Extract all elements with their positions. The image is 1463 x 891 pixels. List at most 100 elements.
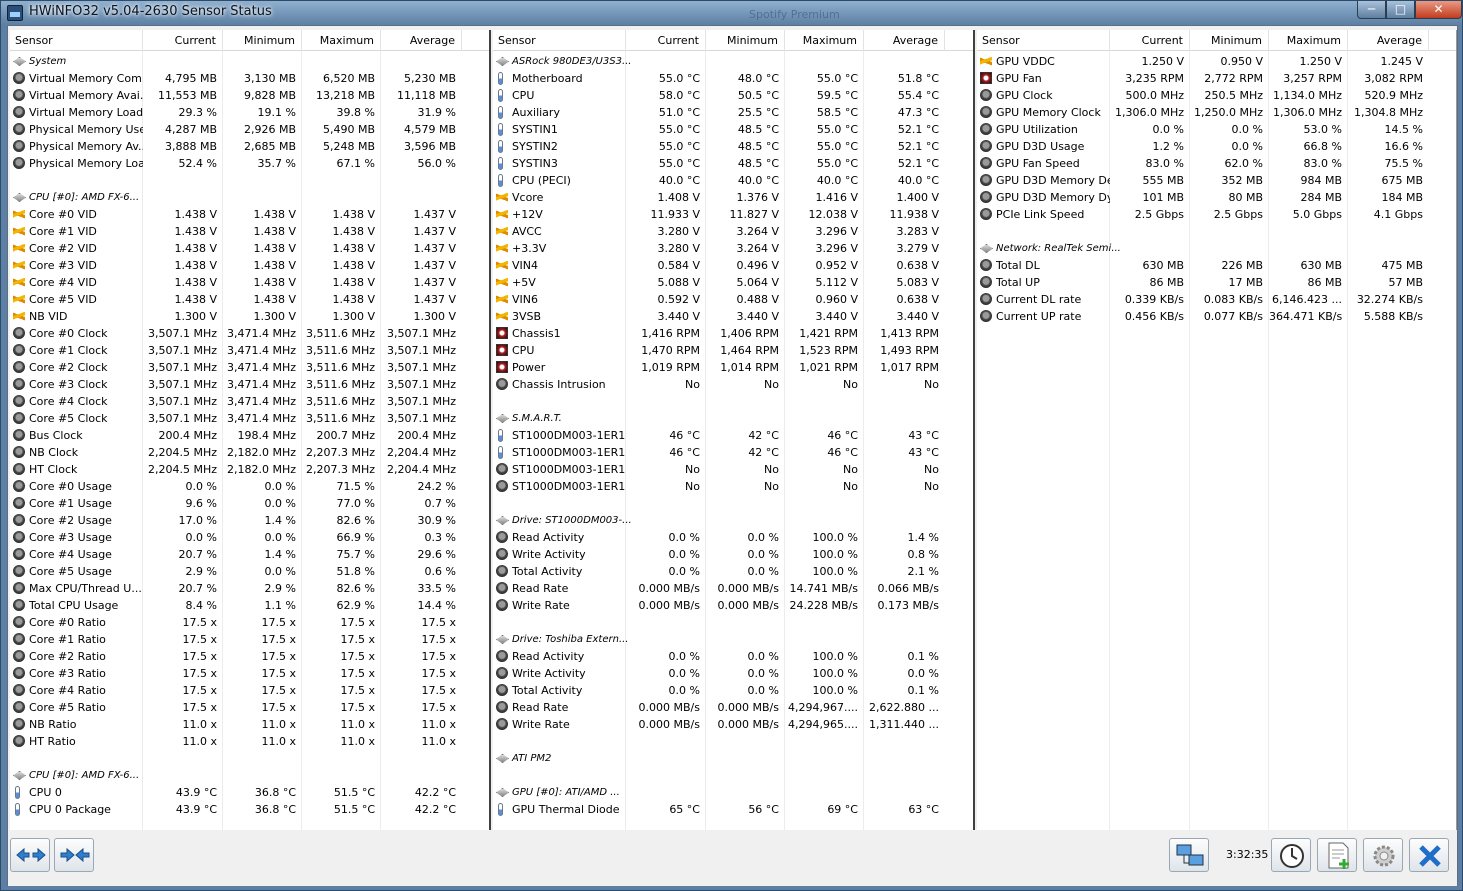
sensor-row[interactable]: Core #1 VID 1.438 V 1.438 V 1.438 V 1.437 V xyxy=(10,223,489,240)
sensor-group-header[interactable]: CPU [#0]: AMD FX-6... xyxy=(10,767,489,784)
exit-button[interactable] xyxy=(1409,838,1449,872)
settings-button[interactable] xyxy=(1363,838,1403,872)
sensor-row[interactable]: Core #5 VID 1.438 V 1.438 V 1.438 V 1.437 V xyxy=(10,291,489,308)
column-header-current[interactable]: Current xyxy=(626,30,706,51)
sensor-row[interactable]: Virtual Memory Com... 4,795 MB 3,130 MB 6,5… xyxy=(10,70,489,87)
sensor-row[interactable]: Total CPU Usage 8.4 % 1.1 % 62.9 % 14.4 % xyxy=(10,597,489,614)
sensor-row[interactable]: CPU 58.0 °C 50.5 °C 59.5 °C 55.4 °C xyxy=(493,87,973,104)
sensor-row[interactable]: GPU D3D Memory Dy... 101 MB 80 MB 284 MB 184… xyxy=(977,189,1456,206)
sensor-row[interactable]: +12V 11.933 V 11.827 V 12.038 V 11.938 V xyxy=(493,206,973,223)
sensor-row[interactable]: Bus Clock 200.4 MHz 198.4 MHz 200.7 MHz 200.… xyxy=(10,427,489,444)
sensor-row[interactable]: Write Activity 0.0 % 0.0 % 100.0 % 0.0 % xyxy=(493,665,973,682)
sensor-row[interactable]: Chassis Intrusion No No No No xyxy=(493,376,973,393)
reset-timer-button[interactable] xyxy=(1271,838,1311,872)
logging-button[interactable] xyxy=(1317,838,1357,872)
sensor-row[interactable]: NB Ratio 11.0 x 11.0 x 11.0 x 11.0 x xyxy=(10,716,489,733)
sensor-row[interactable]: Auxiliary 51.0 °C 25.5 °C 58.5 °C 47.3 °C xyxy=(493,104,973,121)
sensor-row[interactable]: Core #4 VID 1.438 V 1.438 V 1.438 V 1.437 V xyxy=(10,274,489,291)
sensor-row[interactable]: GPU Fan 3,235 RPM 2,772 RPM 3,257 RPM 3,082 … xyxy=(977,70,1456,87)
sensor-group-header[interactable]: System xyxy=(10,53,489,70)
sensor-row[interactable]: +5V 5.088 V 5.064 V 5.112 V 5.083 V xyxy=(493,274,973,291)
sensor-row[interactable]: PCIe Link Speed 2.5 Gbps 2.5 Gbps 5.0 Gbps 4… xyxy=(977,206,1456,223)
sensor-row[interactable]: Core #3 Ratio 17.5 x 17.5 x 17.5 x 17.5 x xyxy=(10,665,489,682)
sensor-row[interactable]: Physical Memory Load 52.4 % 35.7 % 67.1 % 56… xyxy=(10,155,489,172)
sensor-row[interactable]: Total Activity 0.0 % 0.0 % 100.0 % 2.1 % xyxy=(493,563,973,580)
sensor-row[interactable]: AVCC 3.280 V 3.264 V 3.296 V 3.283 V xyxy=(493,223,973,240)
sensor-row[interactable]: Core #1 Clock 3,507.1 MHz 3,471.4 MHz 3,511… xyxy=(10,342,489,359)
column-header-maximum[interactable]: Maximum xyxy=(1269,30,1348,51)
sensor-row[interactable]: Core #3 Clock 3,507.1 MHz 3,471.4 MHz 3,511… xyxy=(10,376,489,393)
sensor-row[interactable]: Max CPU/Thread U... 20.7 % 2.9 % 82.6 % 33.5… xyxy=(10,580,489,597)
column-header-sensor[interactable]: Sensor xyxy=(493,30,626,51)
sensor-row[interactable]: Motherboard 55.0 °C 48.0 °C 55.0 °C 51.8 °C xyxy=(493,70,973,87)
sensor-row[interactable]: GPU Fan Speed 83.0 % 62.0 % 83.0 % 75.5 % xyxy=(977,155,1456,172)
sensor-row[interactable]: CPU (PECI) 40.0 °C 40.0 °C 40.0 °C 40.0 °C xyxy=(493,172,973,189)
sensor-row[interactable]: Physical Memory Av... 3,888 MB 2,685 MB 5,2… xyxy=(10,138,489,155)
column-header-current[interactable]: Current xyxy=(143,30,223,51)
sensor-row[interactable]: Vcore 1.408 V 1.376 V 1.416 V 1.400 V xyxy=(493,189,973,206)
sensor-row[interactable]: Core #0 Clock 3,507.1 MHz 3,471.4 MHz 3,511… xyxy=(10,325,489,342)
sensor-group-header[interactable]: ASRock 980DE3/U3S3... xyxy=(493,53,973,70)
sensor-row[interactable]: GPU VDDC 1.250 V 0.950 V 1.250 V 1.245 V xyxy=(977,53,1456,70)
sensor-row[interactable]: Core #5 Ratio 17.5 x 17.5 x 17.5 x 17.5 x xyxy=(10,699,489,716)
sensor-group-header[interactable]: S.M.A.R.T. xyxy=(493,410,973,427)
sensor-row[interactable]: Current DL rate 0.339 KB/s 0.083 KB/s 6,146… xyxy=(977,291,1456,308)
sensor-row[interactable]: Core #4 Usage 20.7 % 1.4 % 75.7 % 29.6 % xyxy=(10,546,489,563)
sensor-row[interactable]: Core #5 Clock 3,507.1 MHz 3,471.4 MHz 3,511… xyxy=(10,410,489,427)
column-header-minimum[interactable]: Minimum xyxy=(223,30,302,51)
column-header-average[interactable]: Average xyxy=(864,30,945,51)
sensor-row[interactable]: Power 1,019 RPM 1,014 RPM 1,021 RPM 1,017 RP… xyxy=(493,359,973,376)
sensor-row[interactable]: Current UP rate 0.456 KB/s 0.077 KB/s 364.4… xyxy=(977,308,1456,325)
sensor-row[interactable]: ST1000DM003-1ER1... No No No No xyxy=(493,478,973,495)
sensor-group-header[interactable]: ATI PM2 xyxy=(493,750,973,767)
sensor-row[interactable]: GPU Memory Clock 1,306.0 MHz 1,250.0 MHz 1,… xyxy=(977,104,1456,121)
column-header-average[interactable]: Average xyxy=(1348,30,1429,51)
sensor-row[interactable]: GPU Utilization 0.0 % 0.0 % 53.0 % 14.5 % xyxy=(977,121,1456,138)
sensor-row[interactable]: Core #0 Ratio 17.5 x 17.5 x 17.5 x 17.5 x xyxy=(10,614,489,631)
sensor-row[interactable]: Core #3 Usage 0.0 % 0.0 % 66.9 % 0.3 % xyxy=(10,529,489,546)
sensor-row[interactable]: Write Rate 0.000 MB/s 0.000 MB/s 24.228 MB/… xyxy=(493,597,973,614)
sensor-row[interactable]: CPU 0 43.9 °C 36.8 °C 51.5 °C 42.2 °C xyxy=(10,784,489,801)
sensor-row[interactable]: Core #4 Ratio 17.5 x 17.5 x 17.5 x 17.5 x xyxy=(10,682,489,699)
sensor-row[interactable]: Core #2 Ratio 17.5 x 17.5 x 17.5 x 17.5 x xyxy=(10,648,489,665)
sensor-row[interactable]: Core #5 Usage 2.9 % 0.0 % 51.8 % 0.6 % xyxy=(10,563,489,580)
sensor-row[interactable]: HT Ratio 11.0 x 11.0 x 11.0 x 11.0 x xyxy=(10,733,489,750)
sensor-row[interactable]: Read Activity 0.0 % 0.0 % 100.0 % 0.1 % xyxy=(493,648,973,665)
sensor-row[interactable]: Core #4 Clock 3,507.1 MHz 3,471.4 MHz 3,511… xyxy=(10,393,489,410)
sensor-row[interactable]: Chassis1 1,416 RPM 1,406 RPM 1,421 RPM 1,413… xyxy=(493,325,973,342)
sensor-row[interactable]: VIN4 0.584 V 0.496 V 0.952 V 0.638 V xyxy=(493,257,973,274)
sensor-row[interactable]: Write Activity 0.0 % 0.0 % 100.0 % 0.8 % xyxy=(493,546,973,563)
maximize-button[interactable]: □ xyxy=(1386,1,1415,19)
sensor-row[interactable]: GPU Thermal Diode 65 °C 56 °C 69 °C 63 °C xyxy=(493,801,973,818)
sensor-row[interactable]: Core #2 VID 1.438 V 1.438 V 1.438 V 1.437 V xyxy=(10,240,489,257)
sensor-row[interactable]: VIN6 0.592 V 0.488 V 0.960 V 0.638 V xyxy=(493,291,973,308)
sensor-row[interactable]: 3VSB 3.440 V 3.440 V 3.440 V 3.440 V xyxy=(493,308,973,325)
sensor-row[interactable]: ST1000DM003-1ER1... 46 °C 42 °C 46 °C 43 °C xyxy=(493,427,973,444)
close-button[interactable]: ✕ xyxy=(1415,1,1462,19)
network-button[interactable] xyxy=(1169,838,1209,872)
sensor-group-header[interactable]: Drive: ST1000DM003-... xyxy=(493,512,973,529)
sensor-row[interactable]: Total Activity 0.0 % 0.0 % 100.0 % 0.1 % xyxy=(493,682,973,699)
sensor-row[interactable]: ST1000DM003-1ER1... No No No No xyxy=(493,461,973,478)
column-header-minimum[interactable]: Minimum xyxy=(706,30,785,51)
sensor-row[interactable]: Core #2 Clock 3,507.1 MHz 3,471.4 MHz 3,511… xyxy=(10,359,489,376)
sensor-row[interactable]: Write Rate 0.000 MB/s 0.000 MB/s 4,294,965.… xyxy=(493,716,973,733)
sensor-row[interactable]: Core #0 VID 1.438 V 1.438 V 1.438 V 1.437 V xyxy=(10,206,489,223)
column-header-sensor[interactable]: Sensor xyxy=(10,30,143,51)
sensor-row[interactable]: GPU D3D Usage 1.2 % 0.0 % 66.8 % 16.6 % xyxy=(977,138,1456,155)
sensor-row[interactable]: NB Clock 2,204.5 MHz 2,182.0 MHz 2,207.3 MH… xyxy=(10,444,489,461)
sensor-row[interactable]: SYSTIN1 55.0 °C 48.5 °C 55.0 °C 52.1 °C xyxy=(493,121,973,138)
sensor-row[interactable]: SYSTIN2 55.0 °C 48.5 °C 55.0 °C 52.1 °C xyxy=(493,138,973,155)
sensor-panel-2[interactable]: Sensor Current Minimum Maximum Average ASRock… xyxy=(493,30,975,830)
sensor-row[interactable]: Total UP 86 MB 17 MB 86 MB 57 MB xyxy=(977,274,1456,291)
column-header-maximum[interactable]: Maximum xyxy=(302,30,381,51)
sensor-row[interactable]: ST1000DM003-1ER1... 46 °C 42 °C 46 °C 43 °C xyxy=(493,444,973,461)
sensor-row[interactable]: GPU D3D Memory De... 555 MB 352 MB 984 MB 67… xyxy=(977,172,1456,189)
sensor-panel-3[interactable]: Sensor Current Minimum Maximum Average GPU VD… xyxy=(977,30,1457,830)
sensor-group-header[interactable]: GPU [#0]: ATI/AMD ... xyxy=(493,784,973,801)
expand-columns-button[interactable] xyxy=(10,838,50,872)
sensor-row[interactable]: Virtual Memory Avai... 11,553 MB 9,828 MB 1… xyxy=(10,87,489,104)
sensor-row[interactable]: NB VID 1.300 V 1.300 V 1.300 V 1.300 V xyxy=(10,308,489,325)
column-header-maximum[interactable]: Maximum xyxy=(785,30,864,51)
title-bar[interactable]: HWiNFO32 v5.04-2630 Sensor Status Spotif… xyxy=(1,1,1462,25)
